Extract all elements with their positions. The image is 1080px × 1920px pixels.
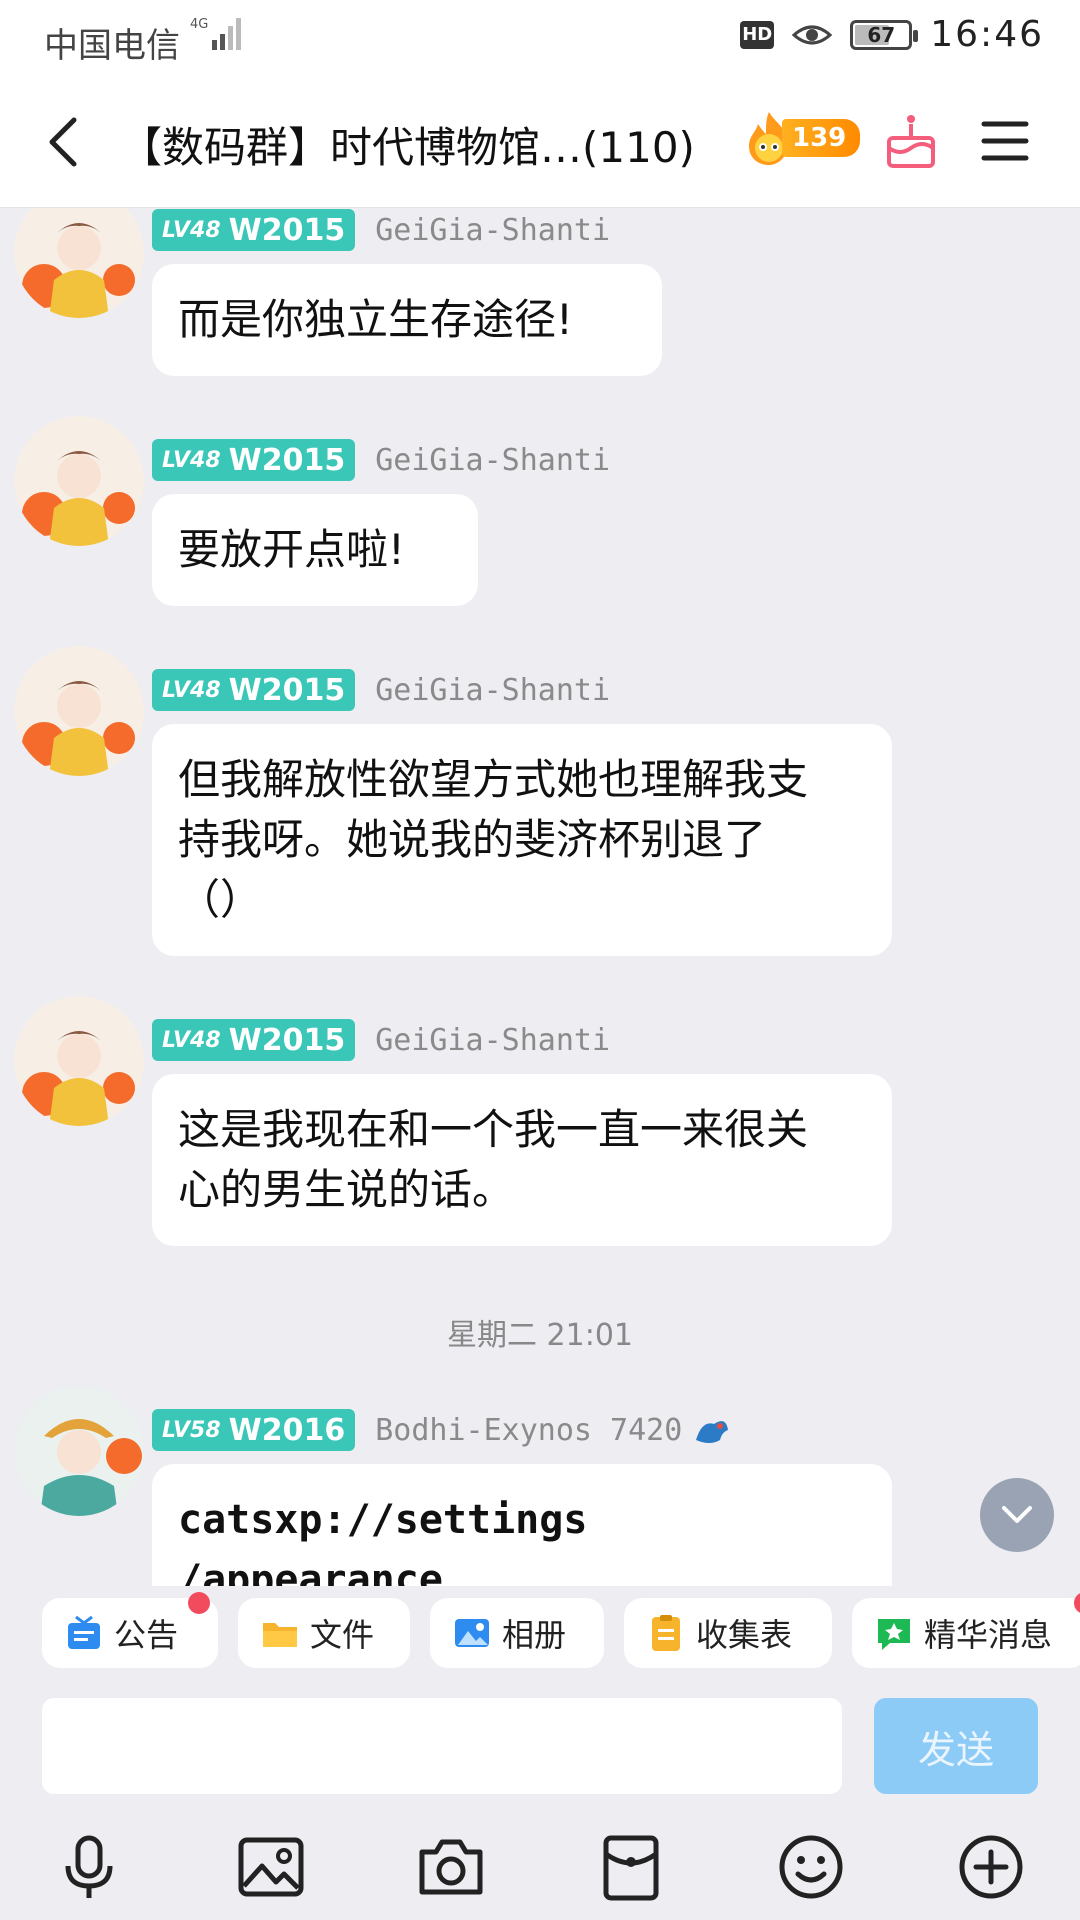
chip-label: 相册 (502, 1616, 567, 1654)
notification-dot (1074, 1592, 1080, 1614)
form-icon (652, 1615, 680, 1651)
time-separator: 星期二 21:01 (447, 1318, 633, 1353)
message-input[interactable] (42, 1698, 842, 1794)
album-icon (455, 1619, 489, 1647)
message-text-line: 这是我现在和一个我一直一来很关 (178, 1105, 809, 1154)
back-icon[interactable] (36, 112, 96, 172)
camera-icon[interactable] (416, 1832, 486, 1902)
chip-files[interactable]: 文件 (238, 1598, 410, 1668)
chip-label: 精华消息 (924, 1616, 1053, 1654)
folder-icon (263, 1623, 297, 1647)
fire-count: 139 (782, 119, 861, 157)
chip-form[interactable]: 收集表 (624, 1598, 832, 1668)
eye-comfort-icon (792, 25, 833, 44)
sender-name[interactable]: GeiGia-Shanti (375, 673, 610, 708)
level-badge: LV48 W2015 (152, 1019, 356, 1061)
level-badge: LV48 W2015 (152, 209, 356, 251)
message-text: 而是你独立生存途径! (178, 295, 573, 344)
red-packet-icon[interactable] (596, 1832, 666, 1902)
avatar[interactable] (14, 1386, 144, 1516)
quick-action-bar: 公告 文件 相册 收集表 精华消息 (0, 1586, 1080, 1682)
status-bar: 中国电信 4G HD 67 16:46 (0, 0, 1080, 76)
svg-text:4G: 4G (190, 17, 208, 32)
announcement-icon (68, 1615, 100, 1649)
menu-icon[interactable] (980, 116, 1030, 166)
dragon-icon (696, 1421, 729, 1443)
message-text-line: catsxp://settings (178, 1497, 588, 1543)
message-bubble[interactable]: catsxp://settings /appearance (152, 1464, 892, 1586)
message-bubble[interactable]: 但我解放性欲望方式她也理解我支 持我呀。她说我的斐济杯别退了 （） (152, 724, 892, 956)
message-text-line: 心的男生说的话。 (178, 1165, 515, 1214)
hd-icon: HD (740, 20, 775, 49)
message-bubble[interactable]: 要放开点啦! (152, 494, 478, 606)
message-text-line: /appearance (178, 1557, 443, 1586)
battery-icon: 67 (850, 19, 919, 50)
chip-announcement[interactable]: 公告 (42, 1592, 218, 1668)
level-badge: LV48 W2015 (152, 439, 356, 481)
chevron-down-icon (1002, 1506, 1032, 1523)
message-bubble[interactable]: 而是你独立生存途径! (152, 264, 662, 376)
clock: 16:46 (930, 14, 1044, 55)
message-text-line: 持我呀。她说我的斐济杯别退了 (178, 815, 767, 864)
message-list[interactable]: LV48 W2015 GeiGia-Shanti 而是你独立生存途径! LV48 W… (0, 208, 1080, 1586)
level-badge: LV58 W2016 (152, 1409, 356, 1451)
emoji-icon[interactable] (776, 1832, 846, 1902)
signal-icon: 4G (190, 17, 241, 50)
message-text: 要放开点啦! (178, 525, 405, 574)
cake-icon[interactable] (884, 112, 938, 172)
chip-essence[interactable]: 精华消息 (852, 1592, 1080, 1668)
avatar[interactable] (14, 416, 144, 546)
level-badge: LV48 W2015 (152, 669, 356, 711)
composer: 发送 (0, 1682, 1080, 1802)
avatar[interactable] (14, 646, 144, 776)
message-text-line: （） (178, 875, 263, 924)
chat-header: 【数码群】时代博物馆…(110) 139 (0, 76, 1080, 208)
chip-label: 文件 (310, 1616, 375, 1654)
sender-name[interactable]: GeiGia-Shanti (375, 213, 610, 248)
carrier-label: 中国电信 (44, 26, 180, 66)
message-bubble[interactable]: 这是我现在和一个我一直一来很关 心的男生说的话。 (152, 1074, 892, 1246)
sender-name[interactable]: GeiGia-Shanti (375, 443, 610, 478)
message-text-line: 但我解放性欲望方式她也理解我支 (178, 755, 809, 804)
sender-name[interactable]: GeiGia-Shanti (375, 1023, 610, 1058)
bottom-toolbar (0, 1802, 1080, 1920)
avatar[interactable] (14, 996, 144, 1126)
chip-label: 收集表 (696, 1616, 793, 1654)
avatar[interactable] (14, 208, 144, 318)
essence-icon (878, 1619, 910, 1650)
send-button[interactable]: 发送 (874, 1698, 1038, 1794)
chip-label: 公告 (114, 1616, 179, 1654)
battery-level: 67 (867, 22, 896, 47)
microphone-icon[interactable] (54, 1832, 124, 1902)
sender-name[interactable]: Bodhi-Exynos 7420 (375, 1413, 682, 1448)
chip-album[interactable]: 相册 (430, 1598, 604, 1668)
chat-title[interactable]: 【数码群】时代博物馆…(110) (120, 114, 695, 175)
notification-dot (188, 1592, 210, 1614)
group-fire-badge[interactable]: 139 (746, 110, 861, 166)
scroll-to-bottom-button[interactable] (980, 1478, 1054, 1552)
image-icon[interactable] (236, 1832, 306, 1902)
plus-icon[interactable] (956, 1832, 1026, 1902)
